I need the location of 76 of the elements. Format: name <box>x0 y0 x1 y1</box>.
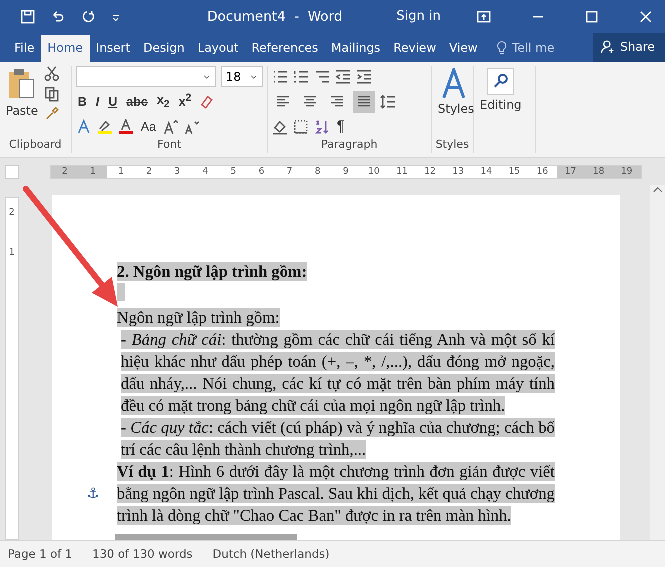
ribbon-tab[interactable]: Design <box>136 35 192 62</box>
change-case-button[interactable]: Aa <box>139 120 158 134</box>
format-button[interactable]: I <box>94 94 102 108</box>
text-effects-icon[interactable] <box>76 118 92 134</box>
empty-paragraph-mark <box>117 283 125 301</box>
document-paragraph: - Bảng chữ cái: thường gồm các chữ cái tiếng Anh và một số kí hiệu khác như dấu phép toán (+, –, *, /,...), dấu đóng mở ngoặc, dấu nháy,... Nói chung, các kí tự có mặt trên bàn phím máy tính đều có mặt trong bảng chữ cái của mọi ngôn ngữ lập trình. <box>120 329 555 417</box>
share-button[interactable]: Share <box>593 33 665 62</box>
maximize-icon[interactable] <box>584 8 600 24</box>
grow-font-icon[interactable] <box>163 118 180 134</box>
ribbon-display-icon[interactable] <box>476 8 492 24</box>
format-button[interactable]: abc <box>124 94 150 108</box>
search-icon <box>486 68 515 96</box>
bullets-icon[interactable] <box>272 68 288 84</box>
increase-indent-icon[interactable] <box>356 68 372 84</box>
font-color-icon[interactable] <box>118 118 134 134</box>
right-align-icon <box>329 94 345 110</box>
word-count[interactable]: 130 of 130 words <box>92 547 193 561</box>
horizontal-scrollbar-thumb[interactable] <box>115 534 297 540</box>
close-icon[interactable] <box>638 8 654 24</box>
anchor-icon: ⚓ <box>87 486 100 502</box>
ribbon-tab[interactable]: View <box>442 35 484 62</box>
copy-icon[interactable] <box>44 86 60 102</box>
format-button[interactable]: B <box>76 94 90 108</box>
ribbon-tab[interactable]: Review <box>387 35 443 62</box>
vertical-scrollbar[interactable] <box>650 185 665 540</box>
ribbon-tab[interactable]: References <box>245 35 325 62</box>
tell-me-field[interactable]: Tell me <box>490 35 561 62</box>
ribbon-tab[interactable]: Layout <box>191 35 246 62</box>
clear-formatting-icon[interactable] <box>198 94 215 110</box>
sign-in-link[interactable]: Sign in <box>396 9 441 24</box>
sort-icon[interactable] <box>314 118 330 134</box>
shrink-font-icon[interactable] <box>184 118 200 134</box>
document-paragraph: - Các quy tắc: cách viết (cú pháp) và ý nghĩa của chương; cách bố trí các câu lệnh thành chương trình,... <box>120 417 555 461</box>
document-paragraph: Ví dụ 1: Hình 6 dưới đây là một chương trình đơn giản được viết bằng ngôn ngữ lập trình Pascal. Sau khi dịch, kết quả chạy chương trình là dòng chữ "Chao Cac Ban" được in ra trên màn hình. <box>117 461 555 527</box>
group-label: Clipboard <box>8 137 63 153</box>
save-icon[interactable] <box>20 8 36 24</box>
shading-icon[interactable] <box>272 118 288 134</box>
ribbon-tab[interactable]: Insert <box>90 35 137 62</box>
lightbulb-icon <box>496 41 508 55</box>
language-indicator[interactable]: Dutch (Netherlands) <box>212 547 330 561</box>
paste-button[interactable]: Paste <box>4 66 40 137</box>
ribbon-tab[interactable]: File <box>8 35 42 62</box>
format-button[interactable]: x$_{2}$ <box>155 92 172 110</box>
group-label: Paragraph <box>320 137 379 153</box>
font-name-field[interactable] <box>76 66 216 87</box>
align-button[interactable] <box>353 90 375 112</box>
line-spacing-icon[interactable] <box>380 94 396 110</box>
styles-button[interactable]: Styles <box>436 66 476 137</box>
vertical-ruler: 2 1 <box>5 197 19 540</box>
scissors-icon[interactable] <box>44 66 60 82</box>
person-add-icon <box>601 40 616 54</box>
format-button[interactable]: U <box>106 94 120 108</box>
ribbon-tab[interactable]: Home <box>41 35 90 62</box>
format-button[interactable]: x$^{2}$ <box>176 93 194 110</box>
format-painter-icon[interactable] <box>44 106 60 122</box>
justify-align-icon <box>356 94 372 110</box>
left-align-icon <box>275 94 291 110</box>
borders-icon[interactable] <box>293 118 309 134</box>
document-paragraph: Ngôn ngữ lập trình gồm: <box>117 307 281 329</box>
horizontal-ruler: 2 1 1 2 3 4 5 6 7 8 9 10 11 12 13 14 15 16 17 18 19 <box>50 164 642 178</box>
document-heading: 2. Ngôn ngữ lập trình gồm: <box>117 261 308 283</box>
page-count[interactable]: Page 1 of 1 <box>8 547 73 561</box>
group-label: Styles <box>434 137 470 153</box>
group-label: Font <box>156 137 182 153</box>
ribbon-tab[interactable]: Mailings <box>324 35 388 62</box>
highlight-icon[interactable] <box>97 118 113 134</box>
multilevel-list-icon[interactable] <box>314 68 330 84</box>
redo-icon[interactable] <box>80 8 96 24</box>
numbering-icon[interactable] <box>293 68 309 84</box>
font-size-field[interactable]: 18 <box>221 66 263 87</box>
window-title: Document4 - Word <box>207 8 343 24</box>
center-align-icon <box>302 94 318 110</box>
scroll-up-icon[interactable] <box>652 185 662 195</box>
decrease-indent-icon[interactable] <box>335 68 351 84</box>
show-formatting-button[interactable]: ¶ <box>335 118 348 135</box>
editing-button[interactable]: Editing <box>478 66 524 153</box>
